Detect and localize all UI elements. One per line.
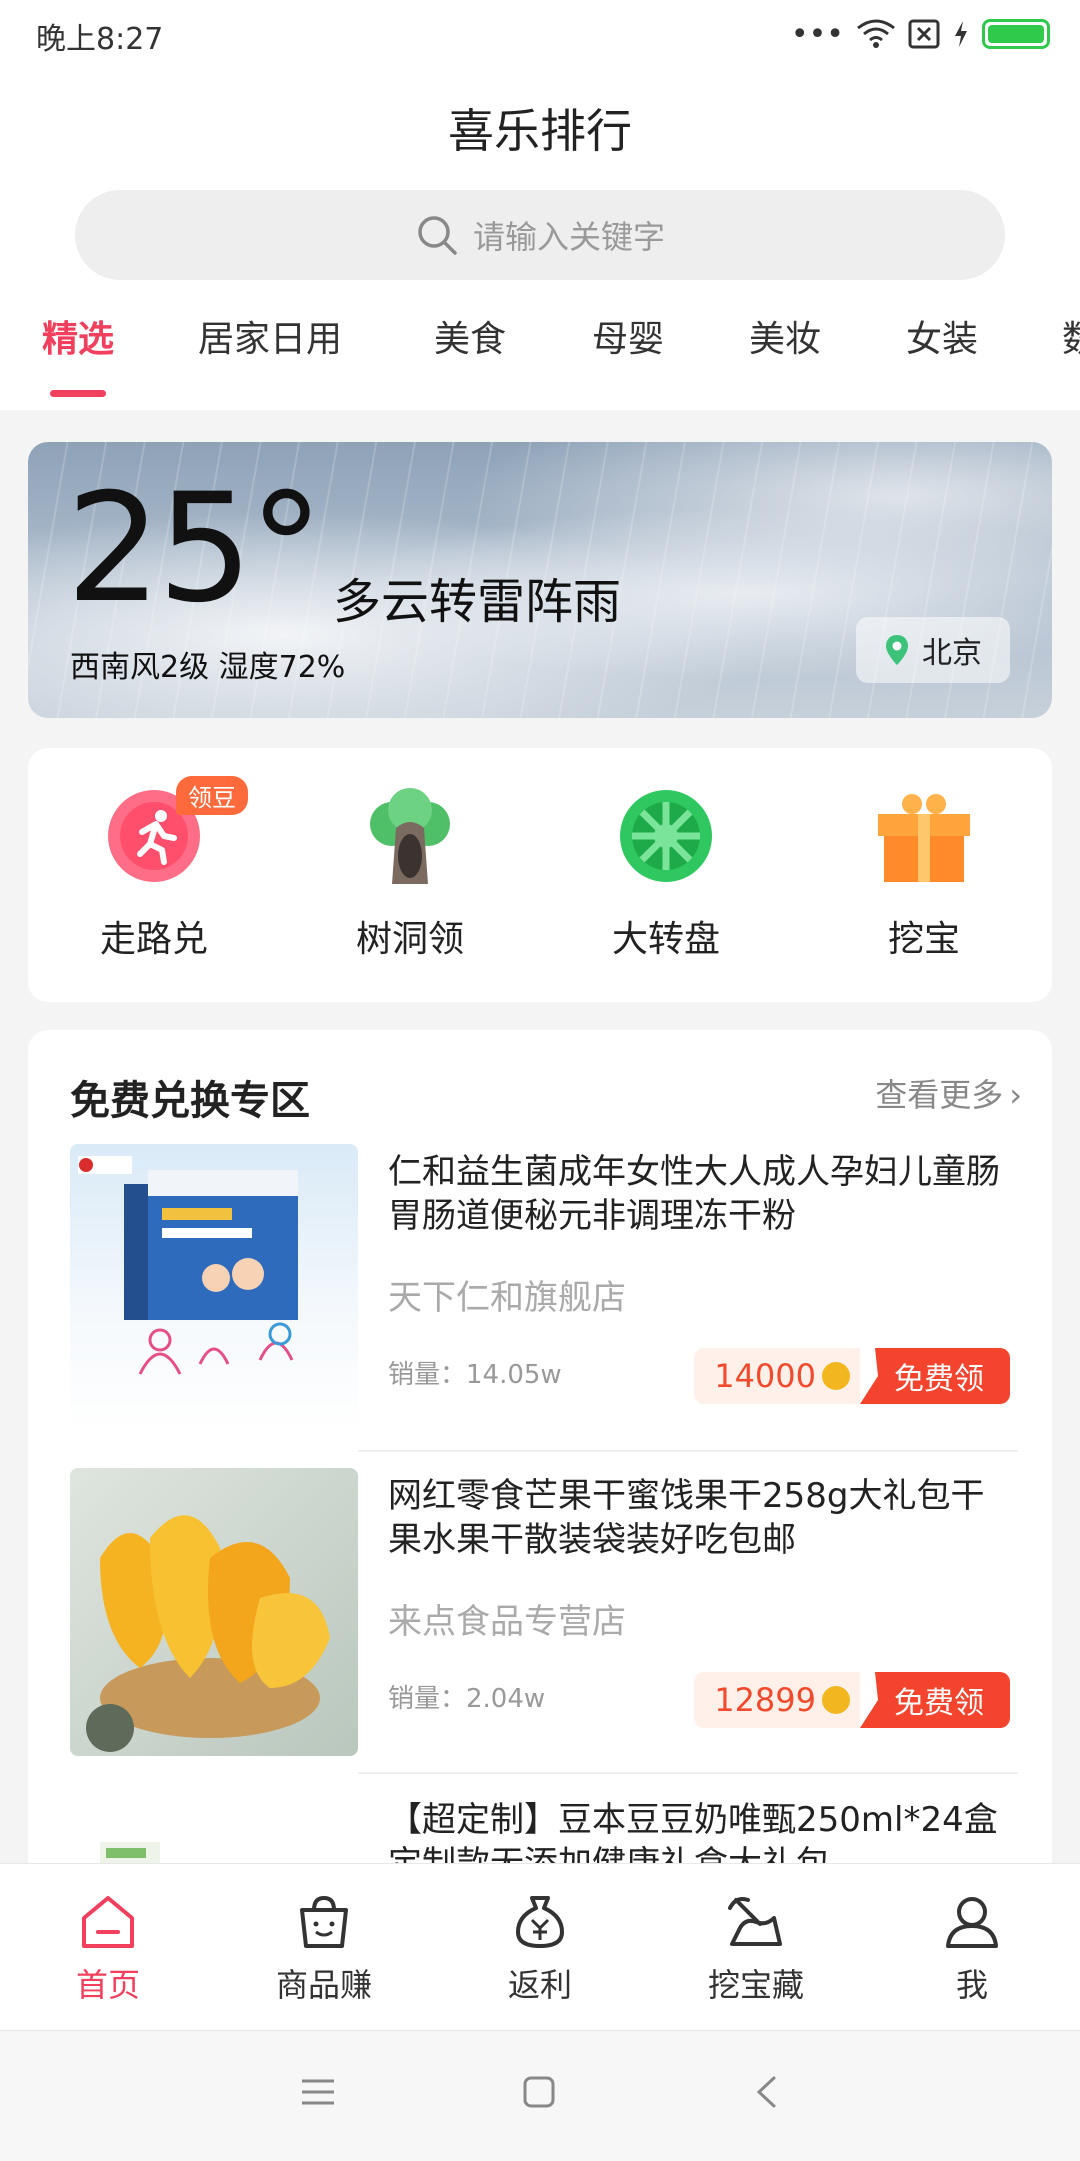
location-button[interactable]: 北京 [856,617,1010,683]
free-claim-button[interactable]: 免费领 [860,1348,1010,1404]
tab-beauty[interactable]: 美妆 [749,310,821,362]
quick-item-dig-treasure[interactable]: 挖宝 [824,788,1024,962]
more-dots-icon: ••• [790,16,844,52]
quick-item-label: 大转盘 [611,919,720,960]
free-exchange-section: 免费兑换专区 查看更多 › 仁和益生菌成年女性大人成人孕妇儿童肠胃肠道便秘元非调理… [28,1030,1052,1930]
bottom-navigation: 首页 商品赚 返利 挖宝藏 我 [0,1863,1080,2030]
dig-treasure-icon [728,1897,782,1946]
tab-womens-clothing[interactable]: 女装 [906,310,978,362]
product-title: 仁和益生菌成年女性大人成人孕妇儿童肠胃肠道便秘元非调理冻干粉 [388,1152,1000,1236]
nav-label: 返利 [507,1966,572,2004]
charging-icon [955,21,967,47]
home-square-icon[interactable] [522,2075,556,2109]
chevron-right-icon: › [1009,1076,1022,1114]
nav-home[interactable]: 首页 [8,1894,208,2006]
view-more-link[interactable]: 查看更多 › [875,1070,1022,1116]
weather-card: 25° 多云转雷阵雨 西南风2级 湿度72% 北京 [28,442,1052,718]
price-tag[interactable]: 14000 免费领 [694,1348,1010,1404]
nav-label: 挖宝藏 [707,1966,804,2004]
collect-beans-badge: 领豆 [176,776,248,815]
nav-label: 首页 [75,1966,140,2004]
status-time: 晚上8:27 [36,22,164,57]
gift-box-icon [876,788,972,884]
divider [358,1772,1018,1774]
free-claim-button[interactable]: 免费领 [860,1672,1010,1728]
wifi-icon [857,19,895,48]
bean-price-value: 12899 [714,1681,816,1719]
sim-card-icon [908,19,940,49]
system-navigation-bar [0,2030,1080,2161]
view-more-label: 查看更多 [875,1076,1004,1114]
section-title: 免费兑换专区 [70,1078,310,1124]
location-label: 北京 [922,636,982,671]
quick-item-label: 树洞领 [355,919,464,960]
product-card[interactable]: 网红零食芒果干蜜饯果干258g大礼包干果水果干散装袋装好吃包邮 来点食品专营店 … [70,1468,1010,1778]
tab-more[interactable]: 数 [1062,310,1080,362]
nav-label: 我 [955,1966,988,2004]
product-shop: 天下仁和旗舰店 [388,1278,626,1318]
nav-products-earn[interactable]: 商品赚 [224,1894,424,2006]
status-bar: 晚上8:27 ••• [0,0,1080,70]
quick-item-tree-hole[interactable]: 树洞领 [310,788,510,962]
user-icon [946,1897,998,1948]
temperature: 25° [66,462,324,636]
tab-food[interactable]: 美食 [434,310,506,362]
quick-item-label: 走路兑 [99,919,208,960]
nav-me[interactable]: 我 [872,1894,1072,2006]
home-icon [82,1896,134,1948]
tab-featured[interactable]: 精选 [42,310,114,362]
location-pin-icon [886,635,908,665]
quick-menu: 走路兑 领豆 树洞领 大转盘 挖宝 [28,748,1052,1002]
tab-household[interactable]: 居家日用 [198,310,342,362]
bean-price-value: 14000 [714,1357,816,1395]
search-bar[interactable]: 请输入关键字 [75,190,1005,280]
search-icon [418,216,457,255]
search-placeholder: 请输入关键字 [472,218,665,256]
product-title: 网红零食芒果干蜜饯果干258g大礼包干果水果干散装袋装好吃包邮 [388,1476,985,1560]
menu-icon[interactable] [300,2077,336,2107]
page-title: 喜乐排行 [448,104,632,158]
product-card[interactable]: 仁和益生菌成年女性大人成人孕妇儿童肠胃肠道便秘元非调理冻干粉 天下仁和旗舰店 销… [70,1144,1010,1454]
quick-item-spin-wheel[interactable]: 大转盘 [566,788,766,962]
active-tab-indicator [50,390,106,397]
quick-item-label: 挖宝 [887,919,960,960]
price-tag[interactable]: 12899 免费领 [694,1672,1010,1728]
shopping-bag-icon [300,1895,348,1948]
product-sales: 销量：14.05w [388,1360,562,1390]
bean-price: 12899 [694,1672,860,1728]
divider [358,1450,1018,1452]
status-icons: ••• [791,14,1050,54]
bean-coin-icon [822,1362,850,1390]
product-shop: 来点食品专营店 [388,1602,626,1642]
back-icon[interactable] [754,2075,778,2109]
battery-icon [982,19,1050,49]
product-image [70,1144,358,1432]
tree-hole-icon [362,788,458,884]
wind-humidity: 西南风2级 湿度72% [70,650,346,685]
header: 喜乐排行 请输入关键字 精选 居家日用 美食 母婴 美妆 女装 数 [0,70,1080,410]
product-image [70,1468,358,1756]
tab-mother-baby[interactable]: 母婴 [592,310,664,362]
category-tabs: 精选 居家日用 美食 母婴 美妆 女装 数 [0,310,1080,410]
nav-dig-treasure[interactable]: 挖宝藏 [656,1894,856,2006]
money-bag-icon [516,1896,564,1948]
bean-price: 14000 [694,1348,860,1404]
nav-rebate[interactable]: 返利 [440,1894,640,2006]
spin-wheel-icon [618,788,714,884]
product-sales: 销量：2.04w [388,1684,546,1714]
bean-coin-icon [822,1686,850,1714]
weather-description: 多云转雷阵雨 [333,574,622,630]
nav-label: 商品赚 [275,1966,372,2004]
